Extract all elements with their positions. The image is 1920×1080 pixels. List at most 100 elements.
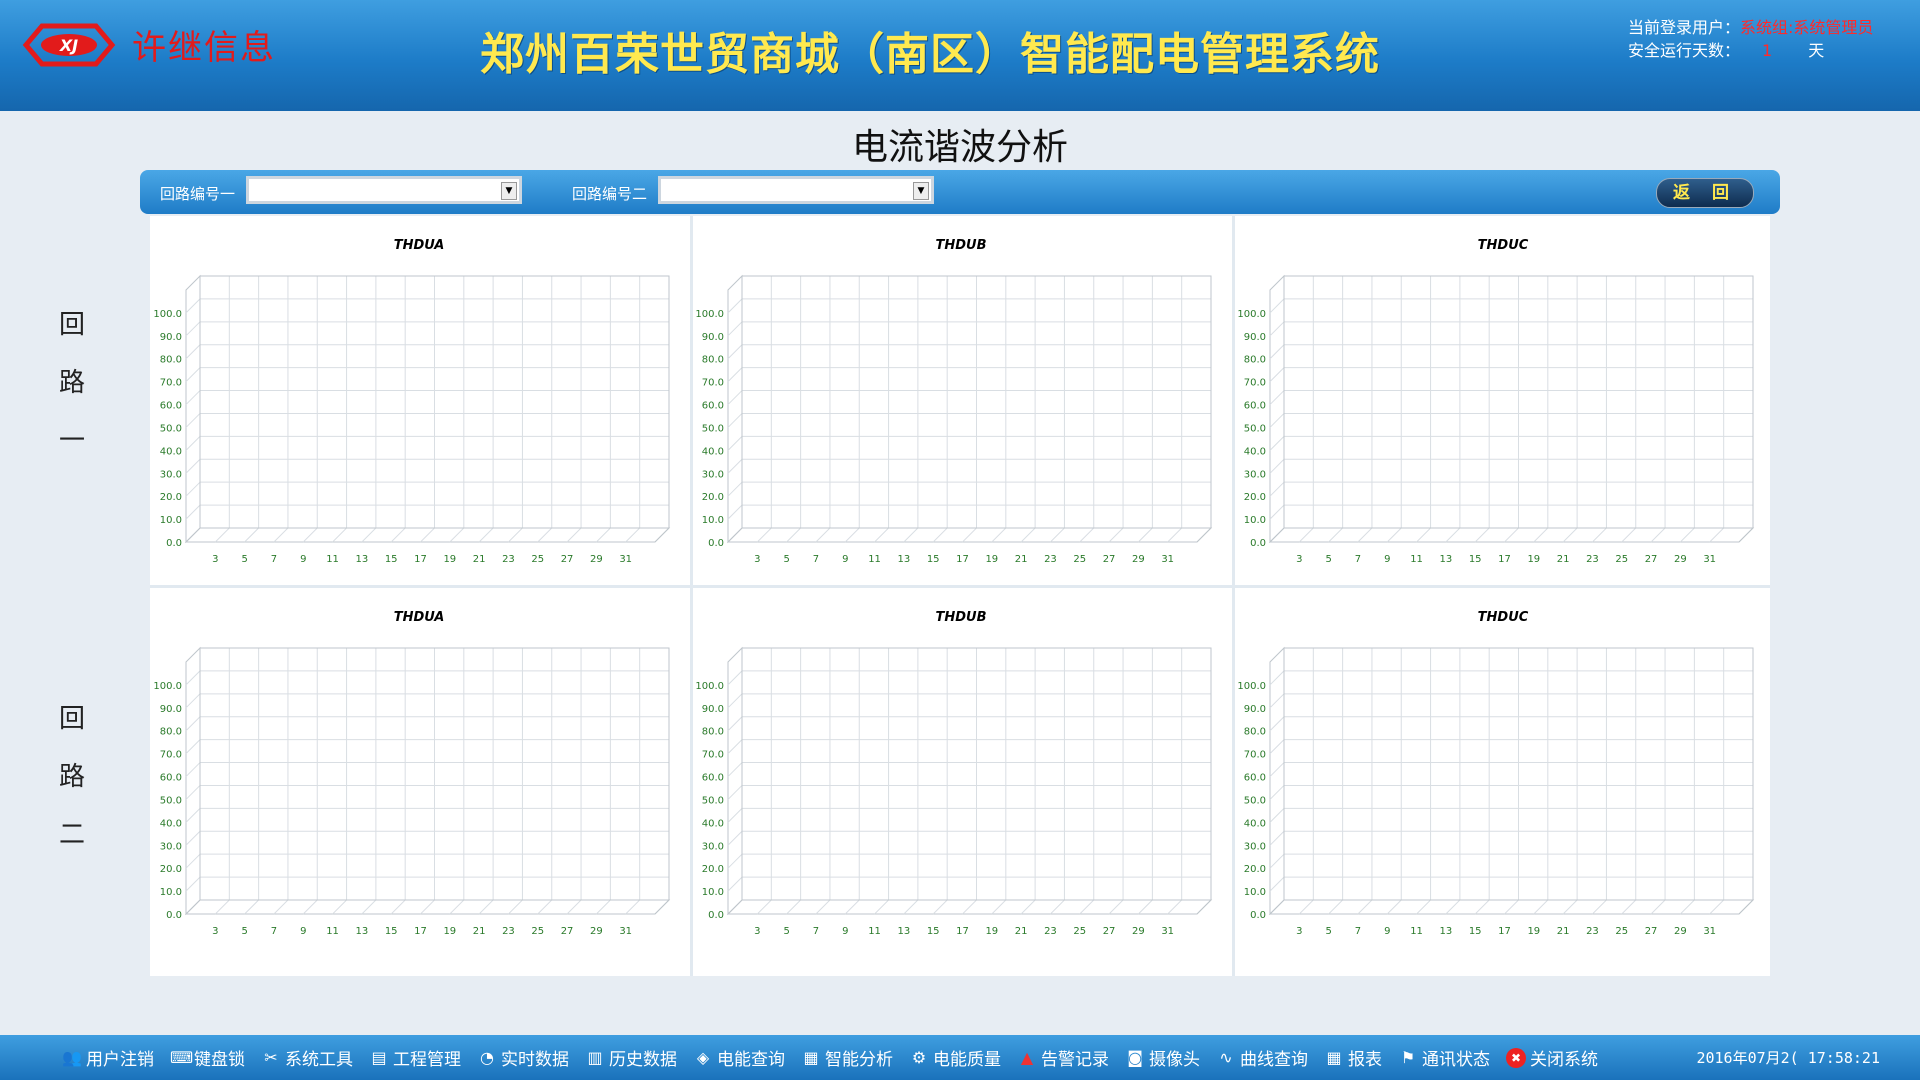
grid-line <box>815 899 831 915</box>
menu-item-users[interactable]: 👥 用户注销 <box>62 1045 154 1071</box>
side-char: 路 <box>58 368 85 398</box>
current-user-value: 系统组:系统管理员 <box>1740 18 1874 37</box>
chart-title: THDUB <box>935 238 986 253</box>
grid-line <box>1269 853 1285 869</box>
grid-line <box>1269 298 1285 314</box>
menu-item-camera[interactable]: ◙ 摄像头 <box>1125 1045 1200 1071</box>
menu-item-alarm[interactable]: ▲ 告警记录 <box>1017 1045 1109 1071</box>
grid-line <box>1269 830 1285 846</box>
grid-line <box>1269 876 1285 892</box>
logo-text: 许继信息 <box>132 28 276 68</box>
grid-line <box>332 899 347 915</box>
y-tick-label: 70.0 <box>1244 378 1266 389</box>
grid-line <box>727 367 743 382</box>
grid-line <box>302 899 318 915</box>
menu-item-keyboard[interactable]: ⌨ 键盘锁 <box>170 1045 245 1071</box>
menu-item-close[interactable]: ✖ 关闭系统 <box>1506 1045 1598 1070</box>
chevron-down-icon[interactable]: ▼ <box>501 182 517 200</box>
y-tick-label: 40.0 <box>160 446 182 457</box>
menu-item-label: 曲线查询 <box>1240 1050 1308 1070</box>
x-tick-label: 31 <box>1703 926 1716 937</box>
x-tick-label: 7 <box>271 926 277 937</box>
back-button[interactable]: 返 回 <box>1656 178 1754 208</box>
menu-item-label: 报表 <box>1348 1050 1382 1070</box>
footer-menu: 👥 用户注销 ⌨ 键盘锁 ✂ 系统工具 ▤ 工程管理 ◔ 实时数据 ▥ 历史数据 ◈ 电能查询 ▦ 智能分析 ⚙… <box>62 1035 1614 1080</box>
menu-item-history[interactable]: ▥ 历史数据 <box>585 1045 677 1071</box>
grid-line <box>214 899 230 915</box>
grid-line <box>727 321 743 337</box>
menu-item-realtime[interactable]: ◔ 实时数据 <box>477 1045 569 1071</box>
analysis-icon: ▦ <box>803 1047 819 1067</box>
y-tick-label: 80.0 <box>1244 355 1266 366</box>
menu-item-report[interactable]: ▦ 报表 <box>1324 1045 1382 1071</box>
grid-line <box>1680 527 1695 543</box>
grid-line <box>537 899 553 915</box>
y-tick-label: 20.0 <box>702 864 724 875</box>
grid-line <box>1050 899 1065 915</box>
chart-edge <box>1738 527 1754 543</box>
menu-item-tools[interactable]: ✂ 系统工具 <box>261 1045 353 1071</box>
grid-line <box>815 527 831 543</box>
x-tick-label: 21 <box>473 554 486 565</box>
side-char: 一 <box>58 426 85 456</box>
chevron-down-icon[interactable]: ▼ <box>913 182 929 200</box>
x-tick-label: 27 <box>561 554 574 565</box>
menu-item-project[interactable]: ▤ 工程管理 <box>369 1045 461 1071</box>
menu-item-curve[interactable]: ∿ 曲线查询 <box>1216 1045 1308 1071</box>
x-tick-label: 17 <box>956 554 969 565</box>
x-tick-label: 29 <box>1674 554 1687 565</box>
grid-line <box>1138 899 1153 915</box>
y-tick-label: 60.0 <box>702 401 724 412</box>
grid-line <box>185 716 201 732</box>
x-tick-label: 15 <box>385 554 398 565</box>
loop1-select[interactable]: ▼ <box>246 176 522 204</box>
user-info: 当前登录用户：系统组:系统管理员 安全运行天数： 1 天 <box>1628 16 1873 62</box>
x-tick-label: 23 <box>1044 554 1057 565</box>
menu-item-network[interactable]: ⚑ 通讯状态 <box>1398 1045 1490 1071</box>
grid-line <box>1298 527 1314 543</box>
grid-line <box>1108 527 1124 543</box>
grid-line <box>1269 739 1285 754</box>
grid-line <box>1650 527 1666 543</box>
grid-line <box>1474 899 1490 915</box>
y-tick-label: 60.0 <box>1244 401 1266 412</box>
loop2-select[interactable]: ▼ <box>658 176 934 204</box>
grid-line <box>1562 899 1578 915</box>
y-tick-label: 90.0 <box>1244 332 1266 343</box>
side-char: 回 <box>58 704 85 734</box>
y-tick-label: 0.0 <box>708 538 724 549</box>
network-icon: ⚑ <box>1400 1047 1416 1067</box>
grid-line <box>508 527 523 543</box>
grid-line <box>478 527 494 543</box>
x-tick-label: 27 <box>1103 926 1116 937</box>
grid-line <box>1269 413 1285 428</box>
grid-line <box>1680 899 1695 915</box>
grid-line <box>185 830 201 846</box>
x-tick-label: 3 <box>1296 554 1302 565</box>
y-tick-label: 90.0 <box>702 704 724 715</box>
y-tick-label: 30.0 <box>1244 469 1266 480</box>
y-tick-label: 70.0 <box>160 750 182 761</box>
x-tick-label: 9 <box>842 926 848 937</box>
menu-item-analysis[interactable]: ▦ 智能分析 <box>801 1045 893 1071</box>
y-tick-label: 30.0 <box>702 841 724 852</box>
menu-item-quality[interactable]: ⚙ 电能质量 <box>909 1045 1001 1071</box>
x-tick-label: 9 <box>1384 554 1390 565</box>
grid-line <box>1269 670 1285 686</box>
close-icon: ✖ <box>1506 1047 1526 1068</box>
report-icon: ▦ <box>1326 1047 1342 1067</box>
grid-line <box>185 390 201 405</box>
x-tick-label: 31 <box>619 926 632 937</box>
grid-line <box>1269 367 1285 382</box>
grid-line <box>185 481 201 497</box>
grid-line <box>844 899 860 915</box>
menu-item-energy-query[interactable]: ◈ 电能查询 <box>693 1045 785 1071</box>
chart-title: THDUA <box>394 610 445 625</box>
clock: 2016年07月2( 17:58:21 <box>1696 1049 1880 1067</box>
menu-item-label: 系统工具 <box>285 1050 353 1070</box>
grid-line <box>756 527 772 543</box>
grid-line <box>727 504 743 520</box>
chart-grid <box>199 275 670 529</box>
grid-line <box>1269 693 1285 709</box>
users-icon: 👥 <box>62 1047 82 1067</box>
